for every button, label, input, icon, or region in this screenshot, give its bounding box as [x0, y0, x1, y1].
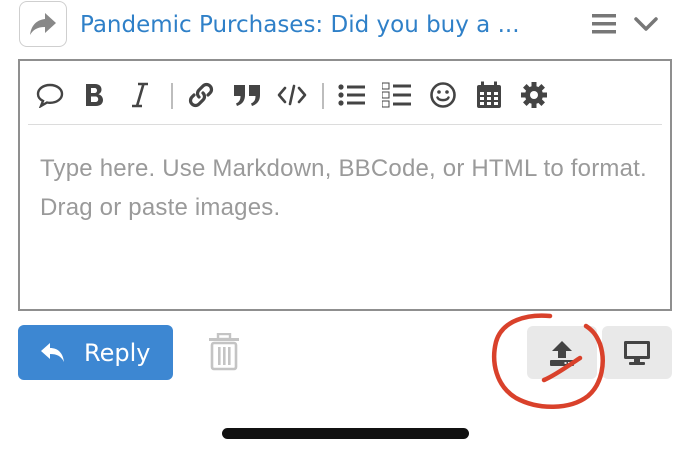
code-button[interactable]: [276, 79, 308, 111]
trash-icon[interactable]: [207, 333, 241, 371]
quote-icon: [36, 83, 64, 108]
numbered-list-button[interactable]: [381, 79, 413, 111]
bold-icon: [86, 84, 103, 106]
hamburger-icon[interactable]: [591, 12, 617, 36]
monitor-icon: [624, 340, 650, 365]
emoji-button[interactable]: [427, 79, 459, 111]
toolbar-separator: [322, 83, 324, 109]
reply-to-topic-button[interactable]: [19, 1, 67, 47]
link-button[interactable]: [185, 79, 217, 111]
bullet-list-icon: [338, 84, 365, 106]
options-button[interactable]: [518, 79, 550, 111]
calendar-icon: [477, 81, 501, 108]
calendar-button[interactable]: [473, 79, 505, 111]
numbered-list-icon: [382, 82, 411, 108]
toggle-preview-button[interactable]: [602, 326, 672, 379]
italic-button[interactable]: [124, 79, 156, 111]
quote-button[interactable]: [34, 79, 66, 111]
editor-toolbar: [28, 65, 662, 125]
topic-title[interactable]: Pandemic Purchases: Did you buy a ...: [80, 8, 540, 42]
home-indicator: [222, 428, 469, 439]
bullet-list-button[interactable]: [336, 79, 368, 111]
share-arrow-icon: [30, 13, 56, 35]
reply-button[interactable]: Reply: [18, 325, 173, 380]
upload-icon: [550, 340, 574, 366]
gear-icon: [521, 82, 547, 108]
italic-icon: [132, 82, 148, 108]
link-icon: [188, 82, 214, 108]
reply-button-label: Reply: [84, 338, 151, 367]
reply-arrow-icon: [41, 342, 64, 362]
bold-button[interactable]: [78, 79, 110, 111]
chevron-down-icon[interactable]: [633, 12, 659, 36]
code-icon: [277, 84, 307, 106]
toolbar-separator: [171, 83, 173, 109]
composer: Type here. Use Markdown, BBCode, or HTML…: [18, 59, 672, 311]
reply-textarea[interactable]: Type here. Use Markdown, BBCode, or HTML…: [40, 149, 660, 227]
blockquote-button[interactable]: [231, 79, 263, 111]
emoji-icon: [430, 82, 456, 108]
blockquote-icon: [234, 85, 260, 106]
upload-button[interactable]: [527, 326, 597, 379]
